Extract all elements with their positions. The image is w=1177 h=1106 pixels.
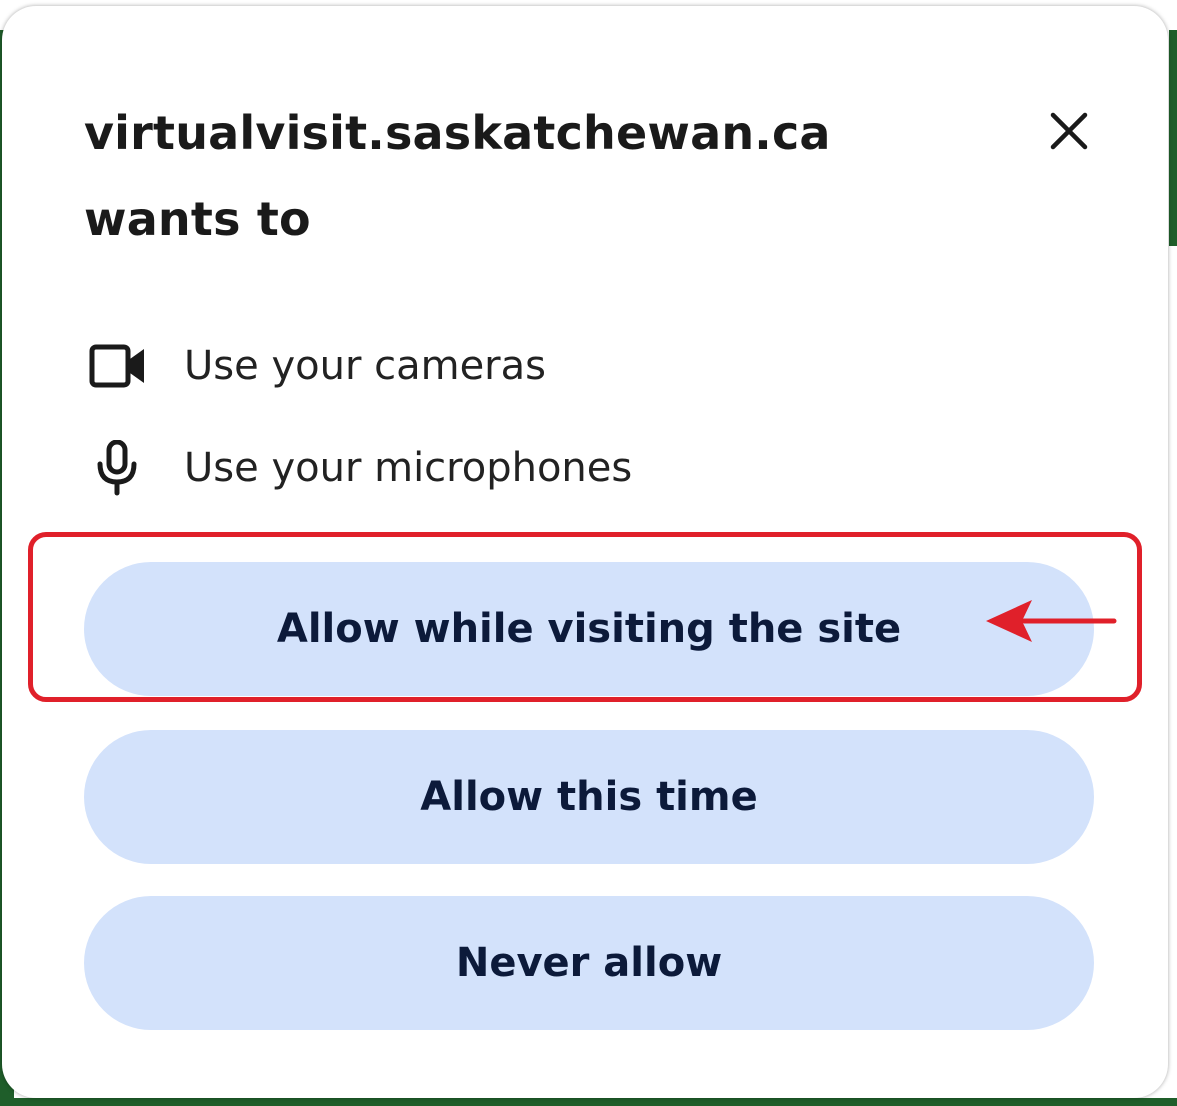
permission-camera: Use your cameras <box>88 336 546 396</box>
permission-microphone-label: Use your microphones <box>184 445 633 491</box>
never-allow-button[interactable]: Never allow <box>84 896 1094 1030</box>
permission-dialog: virtualvisit.saskatchewan.ca wants to Us… <box>2 6 1168 1098</box>
close-button[interactable] <box>1040 102 1098 160</box>
allow-while-visiting-button[interactable]: Allow while visiting the site <box>84 562 1094 696</box>
page-background-bottom <box>0 1098 1177 1106</box>
permission-camera-label: Use your cameras <box>184 343 546 389</box>
close-icon <box>1050 112 1088 150</box>
microphone-icon <box>88 440 152 496</box>
page-background-right <box>1169 30 1177 246</box>
dialog-title-wants-to: wants to <box>84 192 311 246</box>
permission-microphone: Use your microphones <box>88 438 632 498</box>
allow-this-time-button[interactable]: Allow this time <box>84 730 1094 864</box>
dialog-title-site: virtualvisit.saskatchewan.ca <box>84 106 831 160</box>
camera-icon <box>88 338 152 394</box>
